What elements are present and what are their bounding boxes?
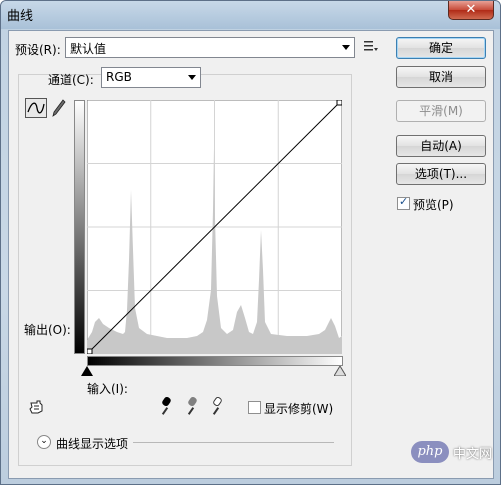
white-eyedropper-icon[interactable] [212,395,223,415]
chevron-down-icon: ⌄ [40,436,48,446]
chevron-down-icon [342,45,350,50]
title-bar[interactable]: 曲线 ✕ [1,1,500,29]
hand-adjust-icon[interactable] [28,399,48,415]
white-point-slider[interactable] [334,366,346,376]
black-eyedropper-icon[interactable] [161,395,172,415]
channel-value: RGB [106,70,132,84]
black-point-slider[interactable] [81,366,93,376]
curve-graph[interactable] [87,100,342,354]
expand-options-button[interactable]: ⌄ [37,435,51,449]
chevron-down-icon [188,75,196,80]
input-gradient-bar [87,356,343,366]
pencil-icon[interactable] [52,99,66,117]
gray-eyedropper-icon[interactable] [187,395,198,415]
watermark-text: 中文网 [453,447,493,462]
curve-point-start [87,348,93,354]
curve-point-end [336,100,342,106]
channel-label: 通道(C): [48,73,94,87]
cancel-button[interactable]: 取消 [396,66,486,88]
smooth-button[interactable]: 平滑(M) [396,100,486,122]
preset-value: 默认值 [70,42,107,56]
close-button[interactable]: ✕ [448,1,494,20]
preset-menu-icon[interactable] [364,39,378,53]
curves-dialog: 曲线 ✕ 预设(R): 默认值 确定 取消 平滑(M) 自动(A) 选项(T).… [0,0,501,485]
window-title: 曲线 [7,9,34,24]
preview-label: 预览(P) [413,198,454,212]
curve-display-options-label[interactable]: 曲线显示选项 [56,435,128,452]
preview-checkbox[interactable] [397,195,410,210]
options-button[interactable]: 选项(T)... [396,163,486,185]
preset-select[interactable]: 默认值 [65,37,355,58]
close-icon: ✕ [465,2,477,17]
curve-tool-icon [27,102,45,114]
ok-button[interactable]: 确定 [396,37,486,59]
output-gradient-bar [74,100,85,354]
curve-point-tool[interactable] [25,98,47,118]
auto-button[interactable]: 自动(A) [396,135,486,157]
php-logo: php [411,441,449,463]
channel-select[interactable]: RGB [101,67,201,88]
show-clipping-checkbox[interactable] [248,401,261,414]
input-label: 输入(I): [87,382,128,396]
show-clipping-label: 显示修剪(W) [264,402,334,416]
separator [133,442,334,443]
output-label: 输出(O): [24,323,71,337]
watermark: php 中文网 [411,439,493,465]
preset-label: 预设(R): [15,43,61,57]
